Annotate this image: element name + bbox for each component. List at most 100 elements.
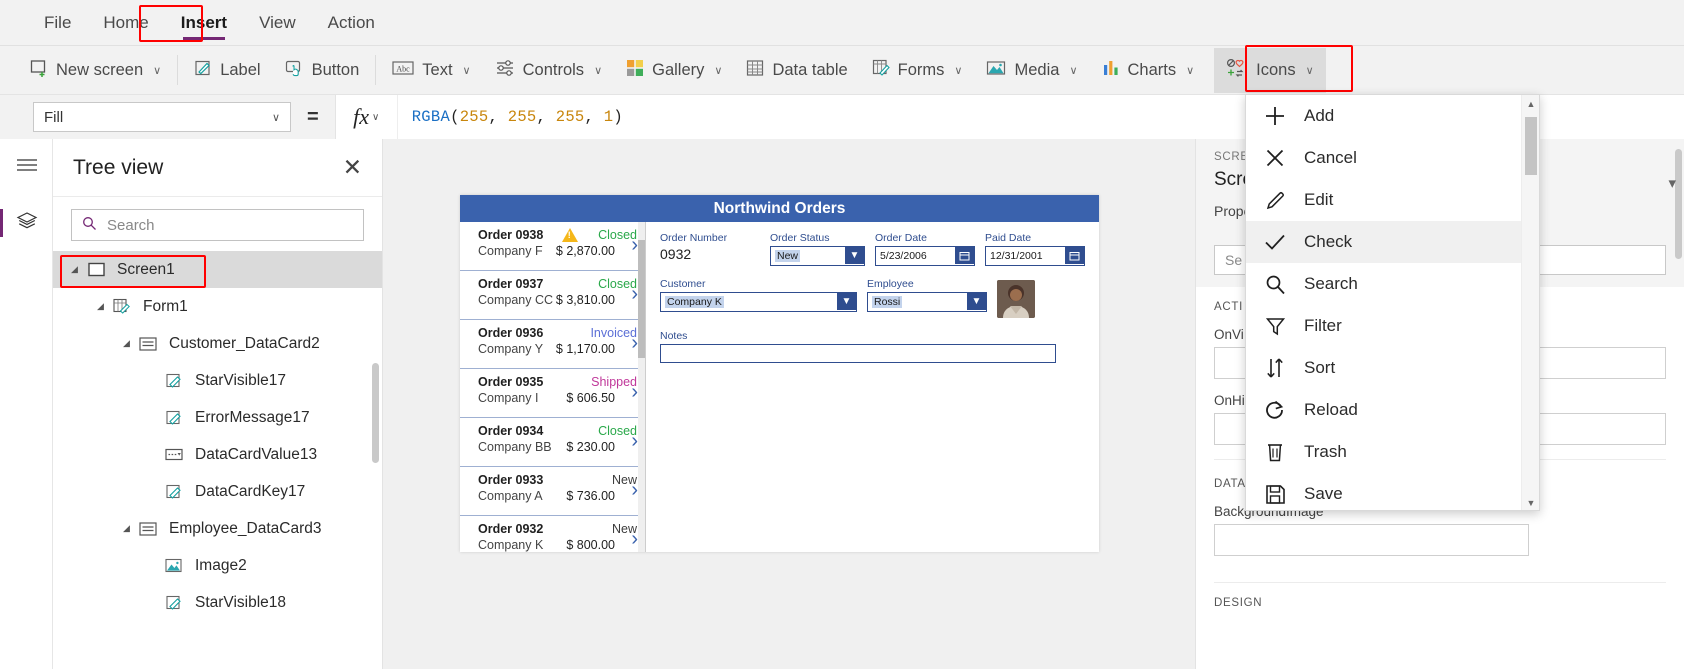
tree-view-rail-button[interactable] [0,195,53,251]
menu-item-view[interactable]: View [243,0,312,45]
gallery-item[interactable]: Order 0933 New Company A $ 736.00 › [460,467,645,516]
tree-item-datacardvalue13[interactable]: DataCardValue13 [53,436,382,473]
chevron-right-icon[interactable]: › [631,332,638,355]
menu-item-home[interactable]: Home [87,0,164,45]
gallery-item[interactable]: Order 0935 Shipped Company I $ 606.50 › [460,369,645,418]
tree-item-datacardkey17[interactable]: DataCardKey17 [53,473,382,510]
property-select[interactable]: Fill ∨ [33,102,291,132]
notes-input[interactable] [660,344,1056,363]
icons-icon [1226,58,1248,83]
ribbon-controls-button[interactable]: Controls ∨ [483,48,615,93]
gallery-item[interactable]: Order 0934 Closed Company BB $ 230.00 › [460,418,645,467]
calendar-icon[interactable] [955,247,974,264]
icons-menu-item-search[interactable]: Search [1246,263,1522,305]
text-icon: Abc [392,60,414,81]
order-date-label: Order Date [875,232,927,244]
icons-menu-item-cancel[interactable]: Cancel [1246,137,1522,179]
tree-item-errormessage17[interactable]: ErrorMessage17 [53,399,382,436]
chevron-down-icon[interactable]: ▼ [967,293,986,310]
chevron-right-icon[interactable]: ▾ [1668,174,1676,192]
employee-dropdown[interactable]: Rossi ▼ [867,292,987,312]
fx-icon[interactable]: fx ∨ [336,94,398,140]
chevron-down-icon[interactable]: ▼ [845,247,864,264]
tree-item-starvisible17[interactable]: StarVisible17 [53,362,382,399]
chevron-right-icon[interactable]: › [631,528,638,551]
expand-caret-icon[interactable]: ◢ [71,264,84,275]
order-number: Order 0936 [478,326,544,340]
icons-menu-item-edit[interactable]: Edit [1246,179,1522,221]
paid-date-input[interactable]: 12/31/2001 [985,246,1085,266]
ribbon-label: Data table [772,60,848,79]
formula-text[interactable]: RGBA(255, 255, 255, 1) [398,108,623,126]
order-date-field[interactable]: Order Date 5/23/2006 [875,232,975,266]
chevron-right-icon[interactable]: › [631,283,638,306]
icons-menu-item-save[interactable]: Save [1246,473,1522,510]
expand-caret-icon[interactable]: ◢ [123,523,136,534]
icons-menu-item-check[interactable]: Check [1246,221,1522,263]
ribbon-text-button[interactable]: Abc Text ∨ [380,48,482,93]
gallery-item[interactable]: Order 0937 Closed Company CC $ 3,810.00 › [460,271,645,320]
order-date-input[interactable]: 5/23/2006 [875,246,975,266]
order-status-field[interactable]: Order Status New ▼ [770,232,865,266]
charts-icon [1102,59,1120,82]
chevron-right-icon[interactable]: › [631,234,638,257]
icons-menu-item-reload[interactable]: Reload [1246,389,1522,431]
customer-field[interactable]: Customer Company K ▼ [660,278,857,318]
gallery-item[interactable]: Order 0936 Invoiced Company Y $ 1,170.00 › [460,320,645,369]
scrollbar-thumb[interactable] [1525,117,1537,175]
gallery-scrollbar[interactable] [638,222,645,552]
ribbon-charts-button[interactable]: Charts ∨ [1090,48,1207,93]
expand-caret-icon[interactable]: ◢ [97,301,110,312]
tree-item-screen1[interactable]: ◢ Screen1 [53,251,382,288]
icons-menu-scrollbar[interactable]: ▲ ▼ [1521,95,1539,510]
ribbon-media-button[interactable]: Media ∨ [974,48,1089,93]
menu-item-action[interactable]: Action [312,0,391,45]
chevron-right-icon[interactable]: › [631,381,638,404]
tree-scrollbar[interactable] [372,363,379,463]
ribbon-new-screen-button[interactable]: New screen ∨ [18,48,173,93]
menu-item-file[interactable]: File [28,0,87,45]
tree-search-input[interactable]: Search [71,209,364,241]
menu-item-insert[interactable]: Insert [165,0,243,45]
chevron-right-icon[interactable]: › [631,430,638,453]
gallery-item[interactable]: Order 0938Closed Company F$ 2,870.00 › [460,222,645,271]
tree-item-form1[interactable]: ◢ Form1 [53,288,382,325]
ribbon-button-button[interactable]: Button [273,48,372,93]
scroll-down-icon[interactable]: ▼ [1522,494,1539,510]
gallery-item[interactable]: Order 0932 New Company K $ 800.00 › [460,516,645,552]
background-image-input[interactable] [1214,524,1529,556]
ribbon-data-table-button[interactable]: Data table [734,48,859,93]
expand-caret-icon[interactable]: ◢ [123,338,136,349]
paid-date-field[interactable]: Paid Date 12/31/2001 [985,232,1085,266]
ribbon-icons-button[interactable]: Icons ∨ [1214,47,1326,93]
calendar-icon[interactable] [1065,247,1084,264]
order-number: Order 0934 [478,424,544,438]
menu-label: Home [103,12,149,32]
hamburger-menu-button[interactable] [0,139,53,195]
tree-item-image2[interactable]: Image2 [53,547,382,584]
datacard-icon [136,336,160,351]
notes-field[interactable]: Notes [660,330,1085,363]
icons-menu-item-sort[interactable]: Sort [1246,347,1522,389]
ribbon-forms-button[interactable]: Forms ∨ [860,48,975,93]
close-icon[interactable]: ✕ [343,156,362,179]
orders-gallery[interactable]: Order 0938Closed Company F$ 2,870.00 › O… [460,222,646,552]
icons-menu-item-filter[interactable]: Filter [1246,305,1522,347]
chevron-right-icon[interactable]: › [631,479,638,502]
icons-menu-item-add[interactable]: Add [1246,95,1522,137]
customer-dropdown[interactable]: Company K ▼ [660,292,857,312]
order-status-dropdown[interactable]: New ▼ [770,246,865,266]
ribbon-label-button[interactable]: Label [182,48,272,93]
app-body: Order 0938Closed Company F$ 2,870.00 › O… [460,222,1099,552]
icons-menu-item-trash[interactable]: Trash [1246,431,1522,473]
button-icon [285,59,304,82]
properties-scrollbar[interactable] [1675,149,1682,259]
employee-field[interactable]: Employee Rossi ▼ [867,278,987,318]
scroll-up-icon[interactable]: ▲ [1522,95,1539,113]
tree-item-employee-datacard3[interactable]: ◢ Employee_DataCard3 [53,510,382,547]
tree-item-customer-datacard2[interactable]: ◢ Customer_DataCard2 [53,325,382,362]
tree-item-starvisible18[interactable]: StarVisible18 [53,584,382,621]
ribbon-gallery-button[interactable]: Gallery ∨ [614,48,734,93]
chevron-down-icon[interactable]: ▼ [837,293,856,310]
chevron-down-icon: ∨ [271,111,280,124]
